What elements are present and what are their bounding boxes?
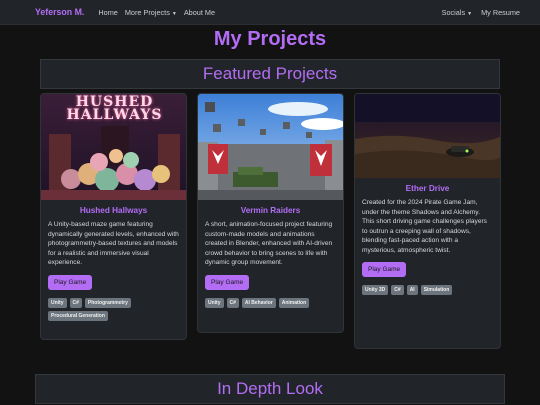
- tag-badge: Unity: [205, 297, 224, 308]
- play-game-button[interactable]: Play Game: [362, 262, 407, 277]
- hushed-hallways-image[interactable]: HUSHED HALLWAYS: [41, 94, 186, 200]
- nav-more-projects-dropdown[interactable]: More Projects ▼: [125, 8, 177, 17]
- card-description: A short, animation-focused project featu…: [205, 221, 333, 266]
- tag-badge: Animation: [278, 297, 310, 308]
- vermin-raiders-artwork: [198, 94, 343, 200]
- nav-home[interactable]: Home: [98, 8, 117, 17]
- featured-projects-heading: Featured Projects: [40, 59, 500, 89]
- card-title: Vermin Raiders: [240, 206, 301, 215]
- project-card-vermin-raiders: Vermin Raiders A short, animation-focuse…: [197, 93, 344, 333]
- nav-socials-dropdown[interactable]: Socials ▼: [442, 8, 472, 17]
- tag-badge: AI: [406, 285, 418, 295]
- in-depth-look-heading: In Depth Look: [35, 374, 505, 404]
- play-game-button[interactable]: Play Game: [205, 274, 250, 290]
- tag-list: Unity C# Photogrammetry Procedural Gener…: [48, 297, 179, 321]
- card-description: A Unity-based maze game featuring dynami…: [48, 221, 179, 266]
- nav-left: Home More Projects ▼ About Me: [98, 8, 215, 17]
- chevron-down-icon: ▼: [467, 10, 473, 17]
- tag-badge: Procedural Generation: [48, 310, 108, 321]
- hushed-hallways-logo-text: HUSHED HALLWAYS: [66, 94, 163, 123]
- tag-badge: Simulation: [420, 285, 453, 295]
- ether-drive-artwork: [355, 94, 500, 178]
- tag-badge: C#: [226, 297, 239, 308]
- nav-about[interactable]: About Me: [184, 8, 215, 17]
- nav-right: Socials ▼ My Resume: [442, 8, 520, 17]
- card-title: Ether Drive: [405, 184, 450, 193]
- tag-list: Unity 3D C# AI Simulation: [362, 285, 493, 295]
- tag-badge: C#: [391, 285, 404, 295]
- tag-list: Unity C# AI Behavior Animation: [205, 297, 336, 308]
- tag-badge: C#: [69, 297, 82, 308]
- card-description: Created for the 2024 Pirate Game Jam, un…: [362, 199, 487, 254]
- vermin-raiders-image[interactable]: [198, 94, 343, 200]
- brand-logo[interactable]: Yeferson M.: [35, 7, 84, 17]
- project-card-hushed-hallways: HUSHED HALLWAYS Hushed Hallways A Unity-…: [40, 93, 187, 340]
- page-title: My Projects: [213, 28, 327, 50]
- play-game-button[interactable]: Play Game: [48, 274, 93, 290]
- navbar: Yeferson M. Home More Projects ▼ About Me…: [0, 0, 540, 25]
- project-card-ether-drive: Ether Drive Created for the 2024 Pirate …: [354, 93, 501, 349]
- nav-more-projects-label: More Projects: [124, 7, 170, 17]
- tag-badge: Unity 3D: [362, 285, 389, 295]
- tag-badge: AI Behavior: [241, 297, 276, 308]
- chevron-down-icon: ▼: [171, 10, 177, 17]
- nav-socials-label: Socials: [441, 7, 466, 17]
- tag-badge: Photogrammetry: [84, 297, 131, 308]
- card-title: Hushed Hallways: [79, 206, 148, 215]
- ether-drive-image[interactable]: [355, 94, 500, 178]
- nav-resume[interactable]: My Resume: [481, 8, 520, 17]
- tag-badge: Unity: [48, 297, 67, 308]
